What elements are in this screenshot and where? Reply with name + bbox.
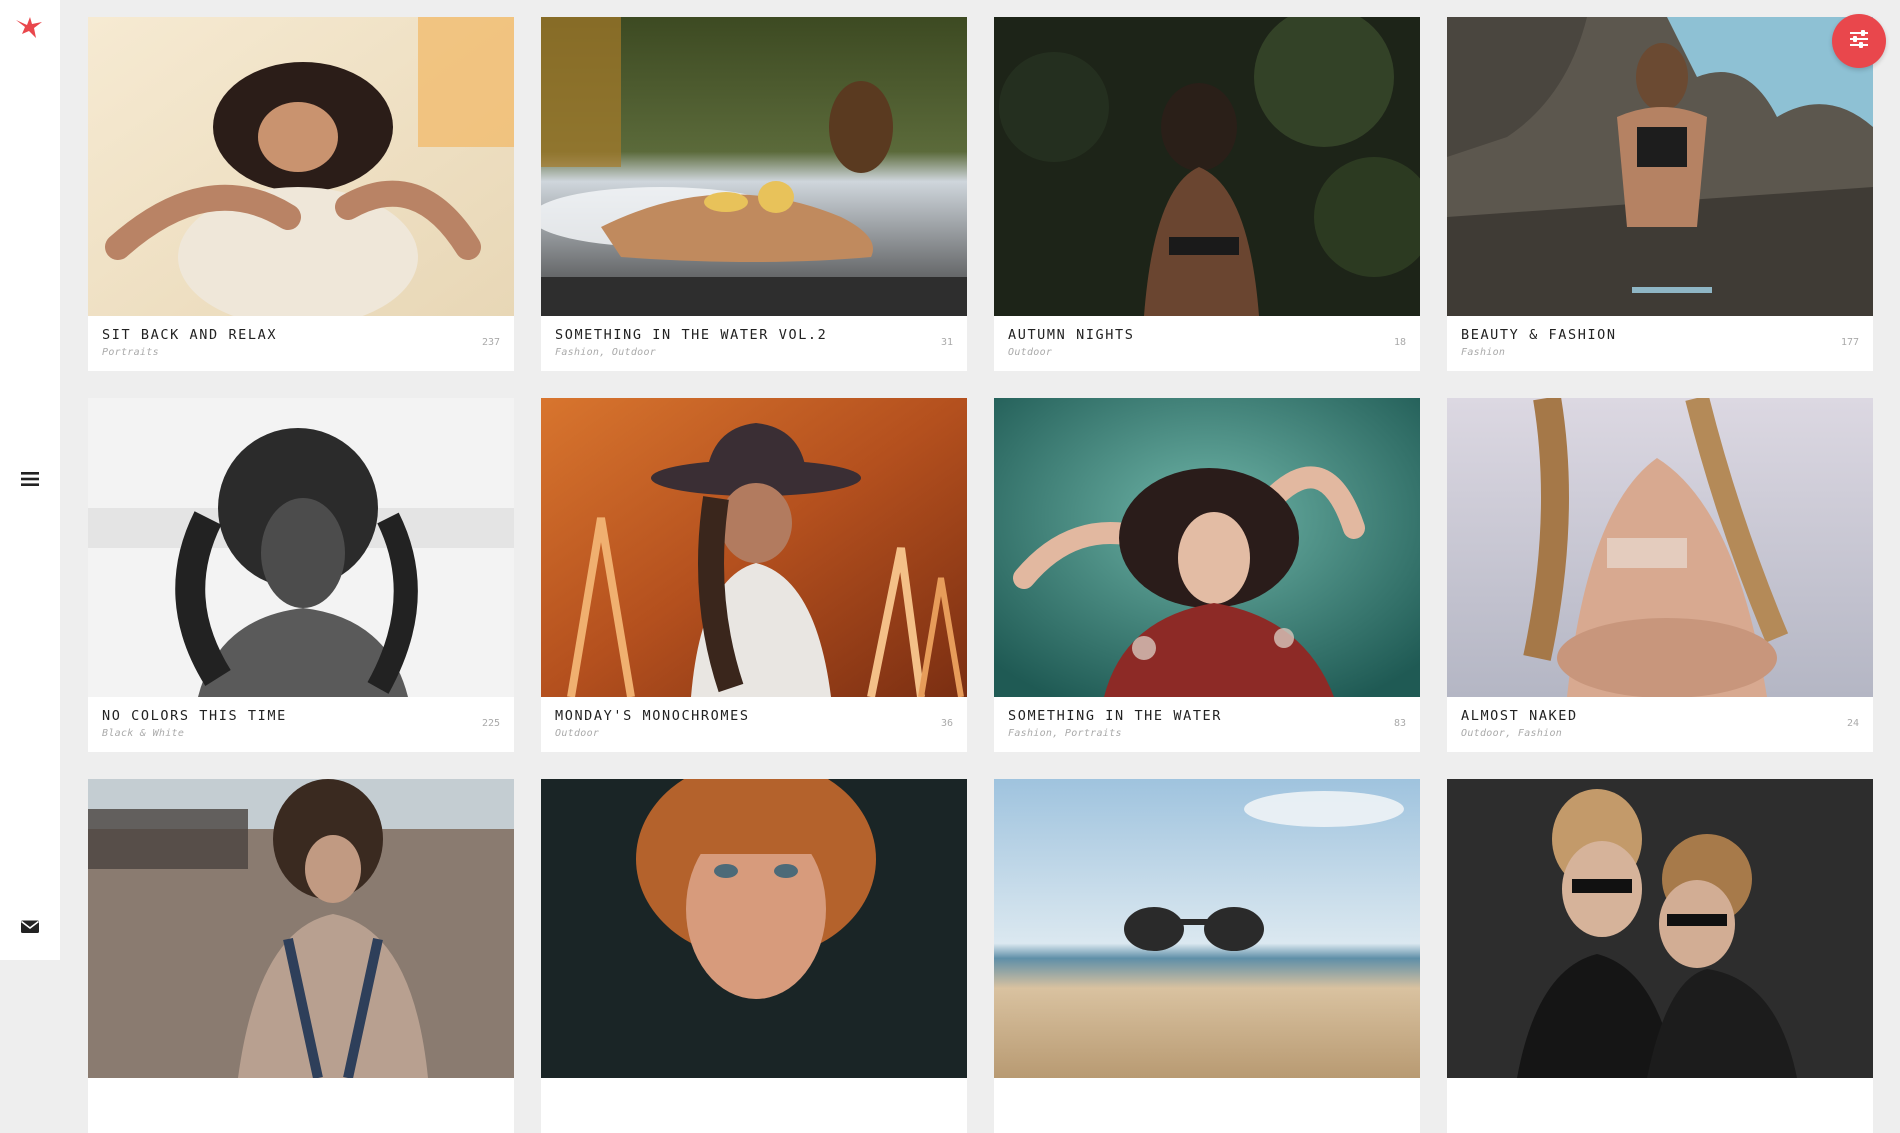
gallery-card[interactable]: SOMETHING IN THE WATER Fashion, Portrait… [994, 398, 1420, 752]
gallery-card-info: AUTUMN NIGHTS Outdoor 18 [994, 316, 1420, 371]
gallery-thumbnail[interactable] [541, 779, 967, 1078]
gallery-title[interactable]: SOMETHING IN THE WATER VOL.2 [555, 327, 953, 343]
gallery-photo-count: 31 [940, 337, 953, 348]
gallery-grid: SIT BACK AND RELAX Portraits 237 SOMETHI… [88, 17, 1875, 1133]
gallery-card-info [994, 1078, 1420, 1133]
gallery-photo-count: 24 [1846, 718, 1859, 729]
filter-button[interactable] [1832, 14, 1886, 68]
gallery-card-info: BEAUTY & FASHION Fashion 177 [1447, 316, 1873, 371]
gallery-card-info: MONDAY'S MONOCHROMES Outdoor 36 [541, 697, 967, 752]
gallery-card[interactable] [1447, 779, 1873, 1133]
gallery-title[interactable]: SOMETHING IN THE WATER [1008, 708, 1406, 724]
gallery-card-info [1447, 1078, 1873, 1133]
gallery-photo-count: 237 [481, 337, 500, 348]
gallery-photo-count: 18 [1393, 337, 1406, 348]
envelope-icon[interactable] [15, 914, 45, 938]
gallery-thumbnail[interactable] [1447, 398, 1873, 697]
gallery-categories: Outdoor, Fashion [1461, 728, 1563, 739]
gallery-thumbnail[interactable] [541, 398, 967, 697]
gallery-categories: Fashion, Portraits [1008, 728, 1122, 739]
gallery-card[interactable]: SIT BACK AND RELAX Portraits 237 [88, 17, 514, 371]
gallery-photo-count: 177 [1840, 337, 1859, 348]
gallery-card[interactable]: BEAUTY & FASHION Fashion 177 [1447, 17, 1873, 371]
gallery-title[interactable]: AUTUMN NIGHTS [1008, 327, 1406, 343]
gallery-card[interactable]: SOMETHING IN THE WATER VOL.2 Fashion, Ou… [541, 17, 967, 371]
gallery-categories: Fashion [1461, 347, 1506, 358]
hamburger-menu-icon[interactable] [15, 466, 45, 492]
sidebar [0, 0, 60, 960]
gallery-title[interactable]: ALMOST NAKED [1461, 708, 1859, 724]
gallery-card[interactable]: MONDAY'S MONOCHROMES Outdoor 36 [541, 398, 967, 752]
gallery-card-info [541, 1078, 967, 1133]
sliders-filter-icon [1848, 29, 1870, 53]
gallery-thumbnail[interactable] [1447, 779, 1873, 1078]
gallery-thumbnail[interactable] [994, 17, 1420, 316]
gallery-categories: Fashion, Outdoor [555, 347, 657, 358]
gallery-card[interactable]: ALMOST NAKED Outdoor, Fashion 24 [1447, 398, 1873, 752]
bird-logo-icon[interactable] [14, 14, 44, 40]
gallery-card-info: SOMETHING IN THE WATER Fashion, Portrait… [994, 697, 1420, 752]
gallery-card[interactable] [541, 779, 967, 1133]
gallery-photo-count: 36 [940, 718, 953, 729]
gallery-thumbnail[interactable] [88, 17, 514, 316]
gallery-photo-count: 225 [481, 718, 500, 729]
gallery-thumbnail[interactable] [88, 779, 514, 1078]
gallery-title[interactable]: NO COLORS THIS TIME [102, 708, 500, 724]
gallery-card-info [88, 1078, 514, 1133]
gallery-card-info: ALMOST NAKED Outdoor, Fashion 24 [1447, 697, 1873, 752]
gallery-thumbnail[interactable] [994, 398, 1420, 697]
gallery-card[interactable]: AUTUMN NIGHTS Outdoor 18 [994, 17, 1420, 371]
gallery-categories: Portraits [102, 347, 159, 358]
gallery-card-info: NO COLORS THIS TIME Black & White 225 [88, 697, 514, 752]
gallery-card[interactable] [994, 779, 1420, 1133]
gallery-categories: Black & White [102, 728, 185, 739]
gallery-categories: Outdoor [555, 728, 600, 739]
gallery-card-info: SIT BACK AND RELAX Portraits 237 [88, 316, 514, 371]
gallery-card[interactable]: NO COLORS THIS TIME Black & White 225 [88, 398, 514, 752]
gallery-thumbnail[interactable] [541, 17, 967, 316]
gallery-thumbnail[interactable] [994, 779, 1420, 1078]
gallery-title[interactable]: MONDAY'S MONOCHROMES [555, 708, 953, 724]
gallery-photo-count: 83 [1393, 718, 1406, 729]
gallery-thumbnail[interactable] [88, 398, 514, 697]
gallery-card[interactable] [88, 779, 514, 1133]
gallery-thumbnail[interactable] [1447, 17, 1873, 316]
gallery-categories: Outdoor [1008, 347, 1053, 358]
gallery-title[interactable]: BEAUTY & FASHION [1461, 327, 1859, 343]
gallery-title[interactable]: SIT BACK AND RELAX [102, 327, 500, 343]
gallery-card-info: SOMETHING IN THE WATER VOL.2 Fashion, Ou… [541, 316, 967, 371]
